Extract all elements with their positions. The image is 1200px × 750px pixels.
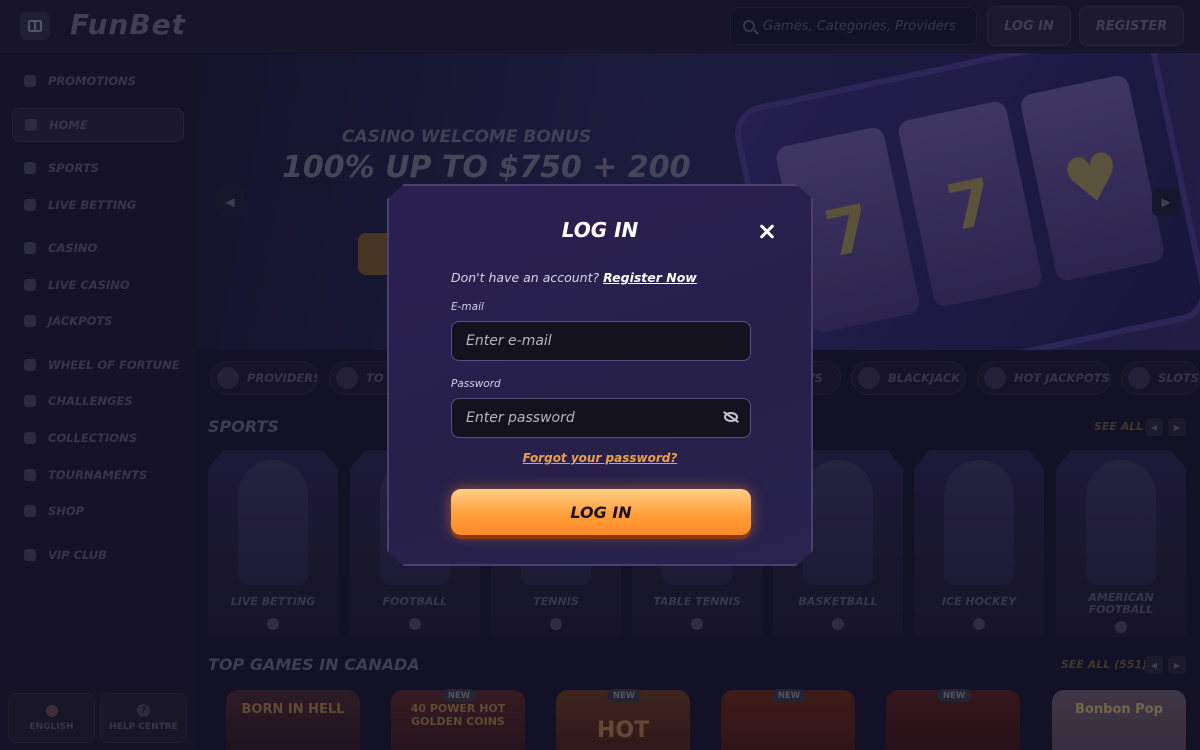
email-placeholder: Enter e-mail	[466, 333, 552, 349]
app-root: FunBet Games, Categories, Providers LOG …	[0, 0, 1200, 750]
password-placeholder: Enter password	[466, 410, 575, 426]
eye-slash-icon[interactable]	[724, 412, 738, 422]
password-field[interactable]: Enter password	[451, 398, 751, 438]
modal-title: LOG IN	[561, 218, 639, 242]
login-modal: LOG IN Don't have an account? Register No…	[387, 184, 813, 566]
login-submit-button[interactable]: LOG IN	[451, 489, 751, 535]
email-label: E-mail	[451, 301, 484, 313]
no-account-text: Don't have an account? Register Now	[451, 270, 697, 285]
forgot-password-link[interactable]: Forgot your password?	[389, 451, 811, 465]
close-icon[interactable]	[755, 219, 779, 243]
password-label: Password	[451, 378, 501, 390]
no-account-label: Don't have an account?	[451, 270, 600, 285]
email-field[interactable]: Enter e-mail	[451, 321, 751, 361]
register-now-link[interactable]: Register Now	[603, 270, 697, 285]
